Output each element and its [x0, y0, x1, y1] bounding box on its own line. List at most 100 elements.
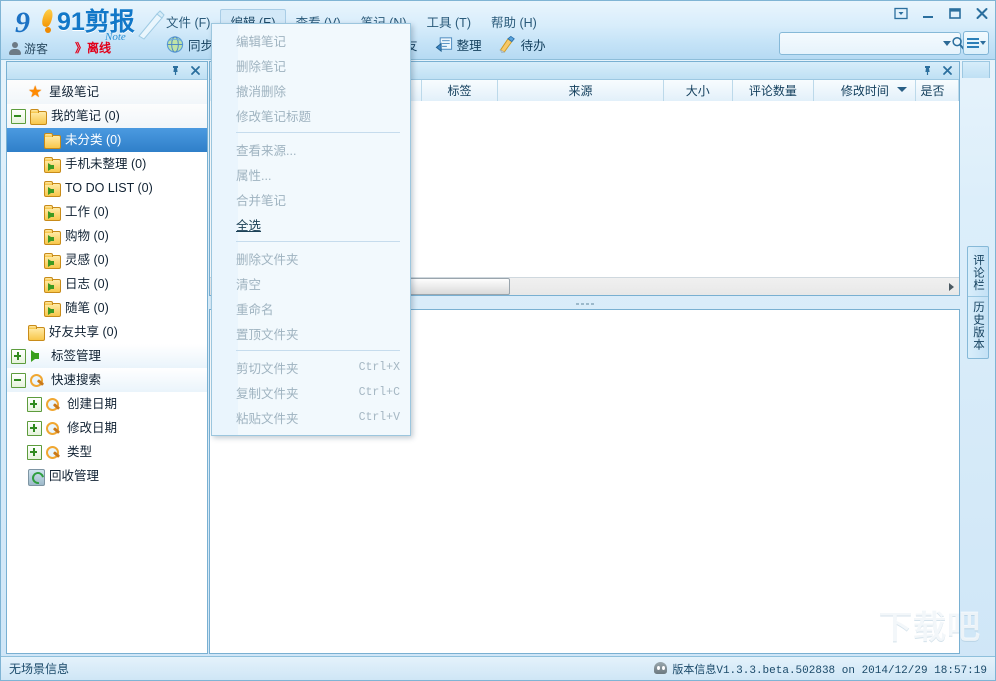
maximize-icon[interactable] — [948, 7, 962, 20]
tree-item-todo-list[interactable]: TO DO LIST (0) — [7, 176, 207, 200]
chevron-down-icon[interactable] — [943, 33, 951, 54]
tree-item-label: 我的笔记 (0) — [51, 108, 120, 123]
menu-item-view-source[interactable]: 查看来源... — [212, 137, 410, 162]
toolbar-button-sync[interactable]: 同步 — [159, 32, 219, 57]
column-header-tag[interactable]: 标签 — [422, 80, 498, 101]
logo-accent-icon — [40, 8, 55, 28]
column-header-modified-time[interactable]: 修改时间 — [814, 80, 917, 101]
magnifier-icon — [45, 445, 63, 460]
tree-item-label: 手机未整理 (0) — [65, 156, 147, 171]
tree-item-label: 好友共享 (0) — [49, 324, 118, 339]
menu-item-properties[interactable]: 属性... — [212, 162, 410, 187]
folder-arrow-icon — [43, 300, 61, 317]
menu-item-paste-folder-label: 粘贴文件夹 — [236, 412, 299, 426]
menu-item-pin-folder[interactable]: 置顶文件夹 — [212, 321, 410, 346]
status-scene-info: 无场景信息 — [9, 662, 70, 676]
tree-item-label: 工作 (0) — [65, 204, 109, 219]
menu-item-delete-folder[interactable]: 删除文件夹 — [212, 246, 410, 271]
tree-item-tag-manage[interactable]: 标签管理 — [7, 344, 207, 368]
tree-item-quick-search[interactable]: 快速搜索 — [7, 368, 207, 392]
expand-expander-icon[interactable] — [11, 348, 26, 364]
expand-expander-icon[interactable] — [27, 420, 42, 436]
star-icon: ★ — [28, 83, 43, 101]
search-box[interactable] — [779, 32, 966, 55]
toolbar-label-sync: 同步 — [188, 38, 214, 53]
chevron-down-icon — [979, 41, 986, 45]
window-header: 9 91剪报 Note 游客 》离线 文件 (F) 编辑 (E) 查看 (V) … — [1, 1, 995, 60]
tree-item-mobile-unsorted[interactable]: 手机未整理 (0) — [7, 152, 207, 176]
tree-item-label: 快速搜索 — [51, 372, 102, 387]
folder-icon — [43, 132, 61, 149]
tree-item-create-date[interactable]: 创建日期 — [7, 392, 207, 416]
tree-item-starred[interactable]: ★ 星级笔记 — [7, 80, 207, 104]
tree-item-modify-date[interactable]: 修改日期 — [7, 416, 207, 440]
collapse-expander-icon[interactable] — [11, 372, 26, 388]
toolbar-label-todo: 待办 — [520, 38, 546, 53]
account-row[interactable]: 游客 — [9, 39, 48, 57]
ghost-icon — [653, 661, 668, 676]
column-header-comment-count[interactable]: 评论数量 — [733, 80, 815, 101]
dropdown-box-icon[interactable] — [894, 7, 908, 20]
column-header-flag[interactable]: 是否 — [916, 80, 959, 101]
menu-item-undo-delete[interactable]: 撤消删除 — [212, 78, 410, 103]
tree-item-recycle[interactable]: 回收管理 — [7, 464, 207, 488]
tree-item-essay[interactable]: 随笔 (0) — [7, 296, 207, 320]
column-header-source[interactable]: 来源 — [498, 80, 665, 101]
sort-descending-icon — [897, 87, 908, 92]
toolbar-button-organize[interactable]: 整理 — [428, 32, 488, 57]
expand-expander-icon[interactable] — [27, 396, 42, 412]
menu-separator — [236, 350, 400, 351]
account-status[interactable]: 》离线 — [75, 39, 111, 56]
close-icon[interactable] — [190, 65, 201, 76]
search-input[interactable] — [780, 36, 943, 51]
tree-item-friend-share[interactable]: 好友共享 (0) — [7, 320, 207, 344]
tree-item-inspiration[interactable]: 灵感 (0) — [7, 248, 207, 272]
collapse-expander-icon[interactable] — [11, 108, 26, 124]
tree-item-type[interactable]: 类型 — [7, 440, 207, 464]
expand-expander-icon[interactable] — [27, 444, 42, 460]
menu-item-edit-note[interactable]: 编辑笔记 — [212, 28, 410, 53]
tree-item-shopping[interactable]: 购物 (0) — [7, 224, 207, 248]
tree-item-label: 修改日期 — [67, 420, 118, 435]
magnifier-icon — [45, 397, 63, 412]
column-header-size[interactable]: 大小 — [664, 80, 733, 101]
menu-item-empty[interactable]: 清空 — [212, 271, 410, 296]
folder-arrow-icon — [43, 204, 61, 221]
folder-tree[interactable]: ★ 星级笔记 我的笔记 (0) 未分类 (0) 手机未整理 (0) TO DO … — [7, 80, 207, 653]
folder-arrow-icon — [43, 156, 61, 173]
tree-item-my-notes[interactable]: 我的笔记 (0) — [7, 104, 207, 128]
chevron-right-icon[interactable] — [943, 282, 959, 291]
magnifier-icon — [29, 373, 47, 388]
menu-item-paste-folder-shortcut: Ctrl+V — [358, 411, 400, 424]
menu-item-rename[interactable]: 重命名 — [212, 296, 410, 321]
column-header-modified-label: 修改时间 — [840, 84, 889, 98]
menu-item-rename-note-title[interactable]: 修改笔记标题 — [212, 103, 410, 128]
pin-icon[interactable] — [922, 65, 933, 76]
application-window: 9 91剪报 Note 游客 》离线 文件 (F) 编辑 (E) 查看 (V) … — [0, 0, 996, 681]
status-bar: 无场景信息 版本信息V1.3.3.beta.502838 on 2014/12/… — [1, 656, 995, 680]
status-version-text: 版本信息V1.3.3.beta.502838 on 2014/12/29 18:… — [672, 664, 987, 677]
tree-item-label: 回收管理 — [49, 468, 100, 483]
menu-item-select-all[interactable]: 全选 — [212, 212, 410, 237]
menu-item-copy-folder[interactable]: 复制文件夹 Ctrl+C — [212, 380, 410, 405]
menu-item-delete-note[interactable]: 删除笔记 — [212, 53, 410, 78]
menu-item-cut-folder-shortcut: Ctrl+X — [358, 361, 400, 374]
tree-item-label: 星级笔记 — [49, 84, 100, 99]
menu-item-paste-folder[interactable]: 粘贴文件夹 Ctrl+V — [212, 405, 410, 430]
tree-item-work[interactable]: 工作 (0) — [7, 200, 207, 224]
menu-item-merge-notes[interactable]: 合并笔记 — [212, 187, 410, 212]
tree-item-uncategorized[interactable]: 未分类 (0) — [7, 128, 207, 152]
minimize-icon[interactable] — [921, 7, 935, 20]
close-icon[interactable] — [942, 65, 953, 76]
tree-item-journal[interactable]: 日志 (0) — [7, 272, 207, 296]
pin-icon[interactable] — [170, 65, 181, 76]
window-controls — [894, 7, 989, 20]
view-mode-button[interactable] — [963, 31, 989, 55]
tab-comments[interactable]: 评论栏 — [968, 250, 988, 297]
edit-menu-dropdown[interactable]: 编辑笔记 删除笔记 撤消删除 修改笔记标题 查看来源... 属性... 合并笔记… — [211, 23, 411, 436]
folder-arrow-icon — [43, 228, 61, 245]
menu-item-cut-folder[interactable]: 剪切文件夹 Ctrl+X — [212, 355, 410, 380]
close-icon[interactable] — [975, 7, 989, 20]
toolbar-button-todo[interactable]: 待办 — [492, 32, 552, 57]
tab-history-versions[interactable]: 历史版本 — [968, 297, 988, 355]
